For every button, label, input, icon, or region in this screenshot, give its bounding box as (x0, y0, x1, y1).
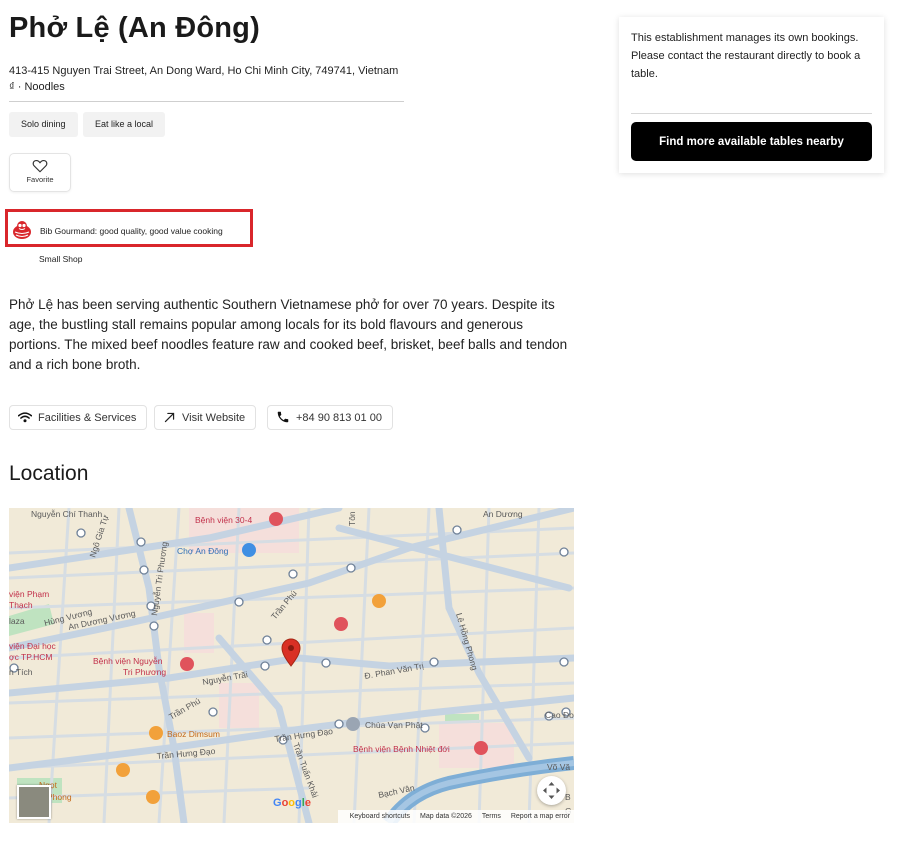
booking-message-1: This establishment manages its own booki… (631, 32, 859, 44)
location-map[interactable]: Nguyễn Chí Thanh Bệnh viện 30-4 An Dương… (9, 508, 574, 823)
google-logo: Google (273, 797, 311, 809)
cuisine-separator: · (14, 81, 25, 93)
map-label-chua-van-phat: Chùa Vạn Phật (365, 720, 423, 730)
map-label-benh-vien-nhiet-doi: Bệnh viện Bệnh Nhiệt đới (353, 744, 450, 754)
award-highlight: Bib Gourmand: good quality, good value c… (5, 209, 253, 247)
recenter-button[interactable] (537, 776, 566, 805)
map-footer: Keyboard shortcuts Map data ©2026 Terms … (337, 810, 574, 823)
facilities-label: Facilities & Services (38, 412, 137, 424)
map-label-thach: Thạch (9, 600, 33, 610)
map-label-vien-pham: viện Phạm (9, 589, 49, 599)
map-label-cao-do: Cao Đo (545, 710, 574, 720)
favorite-button[interactable]: Favorite (9, 153, 71, 192)
heart-icon (32, 160, 48, 173)
map-canvas[interactable]: Nguyễn Chí Thanh Bệnh viện 30-4 An Dương… (9, 508, 574, 823)
map-label-an-duong: An Dương (483, 509, 523, 519)
keyboard-shortcuts-link[interactable]: Keyboard shortcuts (350, 813, 410, 820)
restaurant-description: Phở Lệ has been serving authentic Southe… (9, 297, 568, 372)
booking-divider (631, 113, 872, 114)
location-heading: Location (9, 462, 89, 485)
map-label-cho-an-dong: Chợ An Đông (177, 546, 229, 556)
map-label-benh-vien-ntp-1: Bệnh viện Nguyễn (93, 656, 163, 666)
cuisine-label: Noodles (24, 81, 65, 93)
phone-button[interactable]: +84 90 813 01 00 (267, 405, 393, 430)
map-data-label: Map data ©2026 (420, 813, 472, 820)
find-tables-button[interactable]: Find more available tables nearby (631, 122, 872, 161)
facilities-services-button[interactable]: Facilities & Services (9, 405, 148, 430)
phone-icon (277, 411, 289, 423)
restaurant-name: Phở Lệ (An Đông) (9, 12, 260, 44)
tag-solo-dining: Solo dining (9, 112, 78, 137)
restaurant-address: 413-415 Nguyen Trai Street, An Dong Ward… (9, 65, 399, 77)
tag-eat-like-local: Eat like a local (83, 112, 166, 137)
wifi-icon (17, 411, 33, 422)
price-and-cuisine: ₫ · Noodles (9, 81, 65, 93)
map-label-benh-vien-30-4: Bệnh viện 30-4 (195, 515, 252, 525)
michelin-bibendum-icon (13, 221, 31, 239)
header-divider (9, 101, 404, 102)
satellite-toggle[interactable] (17, 785, 51, 819)
booking-message-2: Please contact the restaurant directly t… (631, 50, 861, 80)
map-label-nguyen-chi-thanh: Nguyễn Chí Thanh (31, 509, 102, 519)
website-label: Visit Website (182, 412, 246, 424)
terms-link[interactable]: Terms (482, 813, 501, 820)
report-map-error-link[interactable]: Report a map error (511, 813, 570, 820)
move-arrows-icon (543, 782, 560, 799)
map-label-ton: Tôn (347, 511, 357, 526)
map-label-laza: laza (9, 616, 25, 626)
map-label-n-tich: n Tích (9, 667, 33, 677)
phone-label: +84 90 813 01 00 (296, 412, 382, 424)
map-label-duoc-tphcm: ợc TP.HCM (9, 652, 53, 662)
favorite-label: Favorite (26, 175, 54, 184)
shop-type: Small Shop (39, 254, 83, 264)
map-label-vo-van: Võ Vă (547, 762, 570, 772)
visit-website-button[interactable]: Visit Website (154, 405, 257, 430)
map-label-vien-dai-hoc: viện Đại học (9, 641, 57, 651)
map-label-baoz-dimsum: Baoz Dimsum (167, 729, 220, 739)
booking-card: This establishment manages its own booki… (619, 17, 884, 173)
award-label: Bib Gourmand: good quality, good value c… (40, 226, 223, 236)
arrow-up-right-icon (164, 412, 175, 422)
map-label-benh-vien-ntp-2: Tri Phương (123, 667, 166, 677)
